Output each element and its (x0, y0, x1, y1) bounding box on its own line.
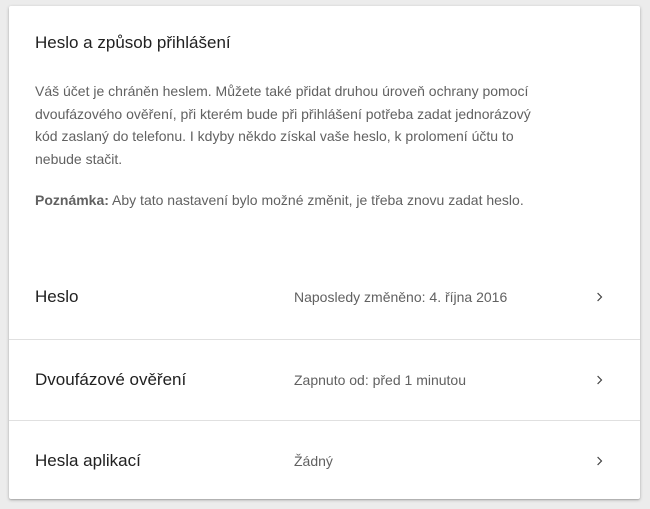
section-description: Váš účet je chráněn heslem. Můžete také … (35, 83, 531, 167)
chevron-right-icon[interactable] (593, 373, 607, 387)
section-note: Poznámka: Aby tato nastavení bylo možné … (35, 189, 555, 212)
chevron-right-icon[interactable] (593, 454, 607, 468)
chevron-right-icon[interactable] (593, 290, 607, 304)
row-app-passwords-label: Hesla aplikací (35, 451, 141, 470)
row-password[interactable]: Heslo Naposledy změněno: 4. října 2016 (9, 257, 640, 337)
password-signin-card: Heslo a způsob přihlášení Váš účet je ch… (9, 6, 640, 499)
row-app-passwords-value: Žádný (294, 453, 333, 469)
note-text: Aby tato nastavení bylo možné změnit, je… (108, 192, 524, 208)
row-two-step-label: Dvoufázové ověření (35, 370, 187, 389)
section-title: Heslo a způsob přihlášení (35, 33, 231, 52)
row-password-value: Naposledy změněno: 4. října 2016 (294, 289, 508, 305)
row-app-passwords[interactable]: Hesla aplikací Žádný (9, 420, 640, 499)
note-label: Poznámka: (35, 192, 109, 208)
row-password-label: Heslo (35, 287, 79, 306)
row-two-step-verification[interactable]: Dvoufázové ověření Zapnuto od: před 1 mi… (9, 339, 640, 420)
row-two-step-value: Zapnuto od: před 1 minutou (294, 372, 467, 388)
